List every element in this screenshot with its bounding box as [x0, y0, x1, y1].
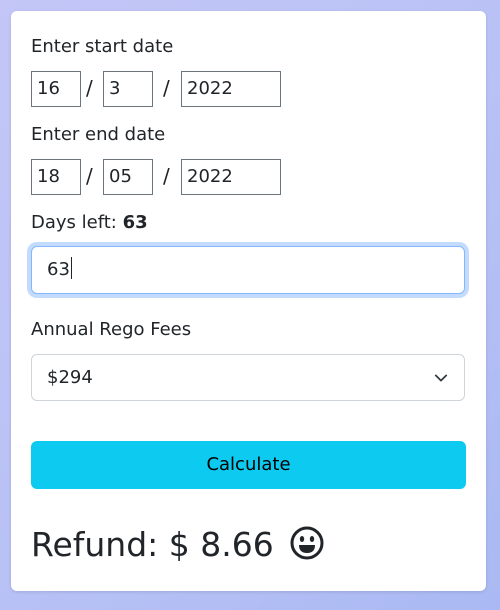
calculator-card: Enter start date 16 / 3 / 2022 Enter end…	[11, 11, 486, 591]
end-month-input[interactable]: 05	[103, 159, 153, 195]
days-left-text: Days left: 63	[31, 212, 148, 234]
end-date-separator: /	[163, 164, 170, 188]
days-left-value: 63	[122, 212, 148, 233]
rego-fees-label: Annual Rego Fees	[31, 319, 192, 340]
chevron-down-icon	[434, 374, 448, 382]
days-left-label: Days left:	[31, 212, 117, 233]
end-year-input[interactable]: 2022	[181, 159, 281, 195]
end-date-separator: /	[86, 164, 93, 188]
rego-fees-selected: $294	[47, 367, 93, 388]
start-date-label: Enter start date	[31, 36, 174, 57]
end-day-input[interactable]: 18	[31, 159, 81, 195]
refund-text: Refund: $ 8.66	[31, 525, 274, 564]
start-date-separator: /	[86, 76, 93, 100]
days-left-input-value: 63	[47, 259, 70, 280]
text-cursor	[70, 257, 72, 279]
start-day-input[interactable]: 16	[31, 71, 81, 107]
rego-fees-select[interactable]: $294	[31, 354, 465, 401]
start-month-input[interactable]: 3	[103, 71, 153, 107]
smiley-face-icon	[290, 526, 324, 560]
start-date-separator: /	[163, 76, 170, 100]
calculate-button[interactable]: Calculate	[31, 441, 466, 489]
refund-result: Refund: $ 8.66	[31, 525, 324, 565]
end-date-label: Enter end date	[31, 124, 166, 145]
days-left-input[interactable]: 63	[31, 246, 465, 294]
start-year-input[interactable]: 2022	[181, 71, 281, 107]
